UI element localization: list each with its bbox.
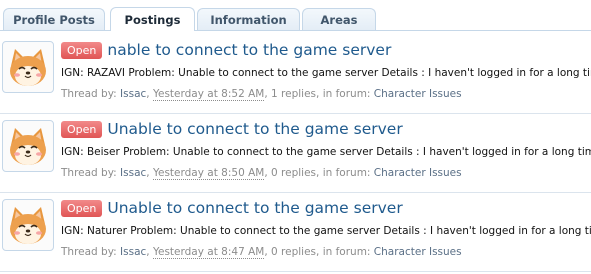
shiba-dog-avatar-icon [10,128,46,165]
thread-meta: Thread by: Issac, Yesterday at 8:47 AM, … [61,246,462,259]
tab-information[interactable]: Information [197,8,300,30]
status-badge: Open [61,199,103,217]
author-link[interactable]: Issac [120,246,146,258]
tab-postings[interactable]: Postings [110,7,195,31]
thread-title-link[interactable]: nable to connect to the game server [107,41,391,59]
status-badge: Open [61,120,103,138]
meta-prefix: Thread by: [61,246,121,258]
meta-replies: , 1 replies, in forum: [264,88,374,100]
avatar[interactable] [2,41,54,93]
forum-link[interactable]: Character Issues [374,167,462,179]
status-badge: Open [61,41,103,59]
meta-separator: , [146,167,153,179]
list-item: Open nable to connect to the game server… [0,35,591,114]
forum-link[interactable]: Character Issues [374,246,462,258]
shiba-dog-avatar-icon [10,207,46,244]
post-date: Yesterday at 8:52 AM [152,88,265,101]
post-date: Yesterday at 8:47 AM [152,246,265,259]
thread-meta: Thread by: Issac, Yesterday at 8:50 AM, … [61,167,462,180]
profile-tabs: Profile Posts Postings Information Areas [0,0,591,31]
thread-title-link[interactable]: Unable to connect to the game server [107,199,402,217]
forum-link[interactable]: Character Issues [374,88,462,100]
author-link[interactable]: Issac [120,167,146,179]
thread-title-link[interactable]: Unable to connect to the game server [107,120,402,138]
meta-separator: , [146,88,153,100]
avatar[interactable] [2,199,54,251]
thread-title-line: Open Unable to connect to the game serve… [61,198,403,218]
meta-separator: , [146,246,153,258]
avatar[interactable] [2,120,54,172]
tabbar-divider [0,30,591,31]
thread-meta: Thread by: Issac, Yesterday at 8:52 AM, … [61,88,462,101]
meta-replies: , 0 replies, in forum: [264,246,374,258]
meta-prefix: Thread by: [61,88,121,100]
list-item: Open Unable to connect to the game serve… [0,193,591,272]
author-link[interactable]: Issac [120,88,146,100]
post-date: Yesterday at 8:50 AM [152,167,265,180]
list-item: Open Unable to connect to the game serve… [0,114,591,193]
thread-title-line: Open Unable to connect to the game serve… [61,119,403,139]
tab-areas[interactable]: Areas [302,8,376,30]
tab-profile-posts[interactable]: Profile Posts [3,8,105,30]
thread-snippet: IGN: Naturer Problem: Unable to connect … [61,225,591,237]
meta-prefix: Thread by: [61,167,121,179]
shiba-dog-avatar-icon [10,49,46,86]
thread-snippet: IGN: RAZAVI Problem: Unable to connect t… [61,67,591,79]
meta-replies: , 0 replies, in forum: [264,167,374,179]
thread-snippet: IGN: Beiser Problem: Unable to connect t… [61,146,591,158]
thread-title-line: Open nable to connect to the game server [61,40,391,60]
